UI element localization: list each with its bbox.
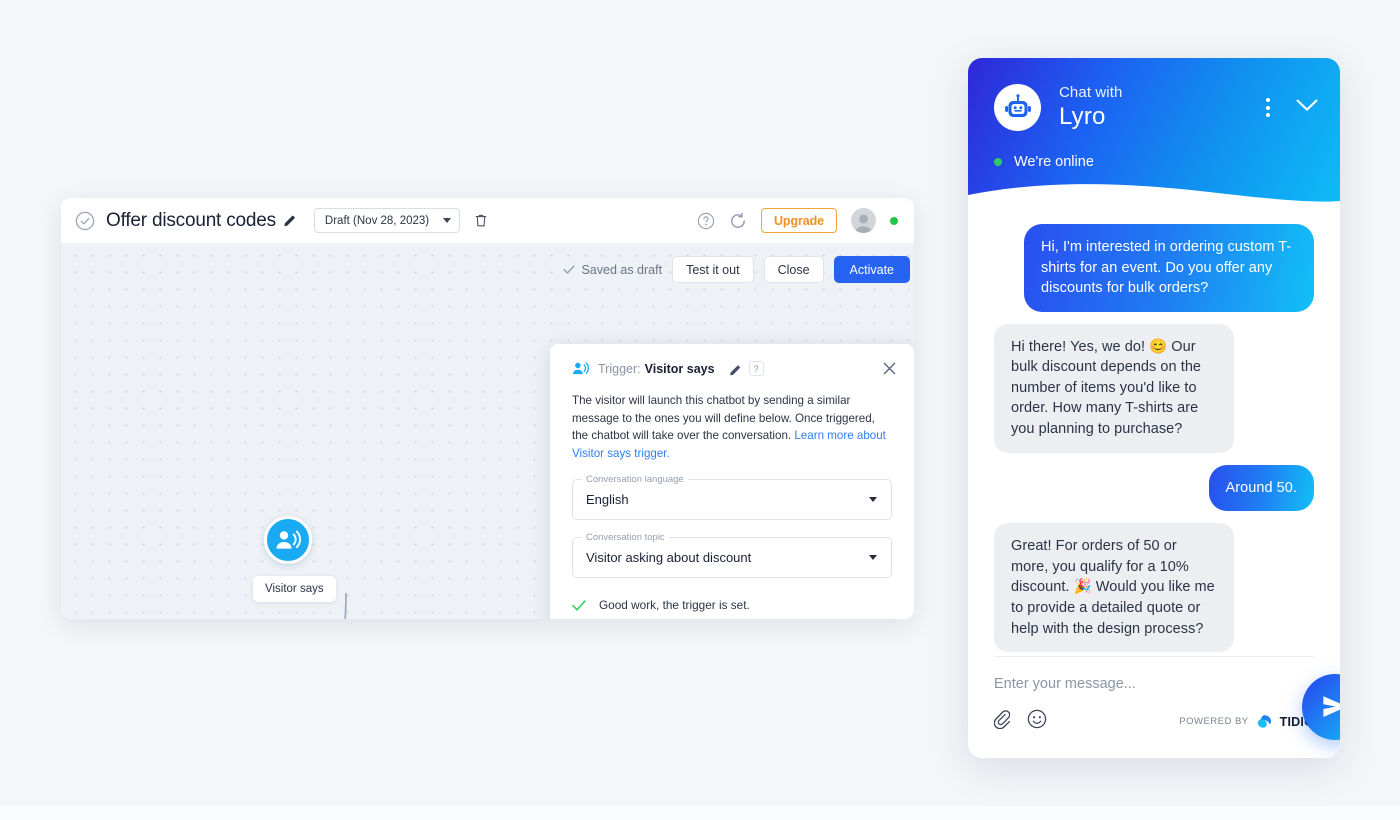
trigger-prefix-label: Trigger: [598, 361, 641, 376]
chevron-down-icon[interactable] [1296, 99, 1318, 117]
pencil-icon[interactable] [283, 214, 296, 227]
message-input[interactable]: Enter your message... [994, 657, 1314, 692]
flow-node-label-visitor-says: Visitor says [253, 576, 336, 603]
chevron-down-icon [443, 218, 452, 223]
chat-message-bubble-visitor: Hi, I'm interested in ordering custom T-… [1024, 224, 1314, 312]
page-bottom-strip [0, 806, 1400, 820]
composer-toolbar: POWERED BY TIDIO [993, 692, 1314, 758]
conversation-language-select[interactable]: Conversation language English [572, 474, 892, 521]
chat-message: Great! For orders of 50 or more, you qua… [994, 523, 1314, 653]
chat-message-bubble-bot: Great! For orders of 50 or more, you qua… [994, 523, 1234, 653]
activate-label: Activate [849, 262, 894, 277]
canvas-action-bar: Saved as draft Test it out Close Activat… [563, 256, 910, 283]
status-badge [890, 216, 898, 225]
paperclip-icon[interactable] [993, 709, 1011, 734]
powered-by-label: POWERED BY [1179, 716, 1249, 727]
status-dot-icon [994, 158, 1002, 167]
trigger-confirmation-label: Good work, the trigger is set. [599, 598, 750, 613]
chat-message-bubble-visitor: Around 50. [1208, 464, 1314, 512]
chat-with-label: Chat with [1059, 84, 1123, 101]
conversation-language-legend: Conversation language [582, 474, 688, 486]
chat-message: Hi there! Yes, we do! 😊 Our bulk discoun… [994, 323, 1314, 453]
conversation-topic-select[interactable]: Conversation topic Visitor asking about … [572, 532, 892, 579]
upgrade-label: Upgrade [773, 213, 824, 228]
trash-icon[interactable] [474, 213, 488, 228]
header-wave-decoration [968, 184, 1340, 208]
chevron-down-icon [869, 497, 877, 503]
chatbot-builder-window: Offer discount codes Draft (Nov 28, 2023… [61, 198, 914, 619]
page-title: Offer discount codes [106, 209, 276, 231]
flow-node-visitor-says[interactable] [264, 516, 312, 564]
send-plane-icon [1323, 696, 1340, 717]
help-icon[interactable]: ? [748, 361, 764, 376]
test-it-out-button[interactable]: Test it out [672, 256, 754, 283]
chat-online-status: We're online [968, 132, 1340, 170]
upgrade-button[interactable]: Upgrade [760, 208, 837, 233]
conversation-language-value: English [586, 492, 629, 508]
trigger-panel-header: Trigger: Visitor says ? [550, 344, 914, 376]
builder-toolbar: Offer discount codes Draft (Nov 28, 2023… [61, 198, 914, 243]
chat-header-actions [1266, 98, 1318, 118]
close-icon[interactable] [883, 362, 896, 375]
chat-message: Hi, I'm interested in ordering custom T-… [994, 224, 1314, 312]
powered-by-tidio: POWERED BY TIDIO [1179, 714, 1314, 729]
trigger-confirmation: Good work, the trigger is set. [572, 598, 914, 612]
chat-widget-header: Chat with Lyro We're online [968, 58, 1340, 208]
test-it-out-label: Test it out [686, 262, 740, 277]
refresh-icon[interactable] [729, 212, 747, 230]
check-icon [563, 265, 576, 274]
close-label: Close [777, 262, 810, 277]
conversation-topic-value: Visitor asking about discount [586, 550, 752, 566]
trigger-settings-panel: Trigger: Visitor says ? The visitor will… [550, 344, 914, 619]
tidio-logo-icon [1257, 715, 1271, 728]
check-icon [572, 600, 586, 611]
emoji-smile-icon[interactable] [1027, 709, 1047, 734]
chat-message-list: Hi, I'm interested in ordering custom T-… [968, 208, 1340, 656]
draft-version-value: Draft (Nov 28, 2023) [324, 214, 430, 227]
chat-header-title-group: Chat with Lyro [1059, 83, 1122, 132]
conversation-topic-legend: Conversation topic [582, 532, 669, 544]
saved-status-label: Saved as draft [581, 262, 663, 277]
chat-header-row: Chat with Lyro [968, 58, 1340, 132]
visitor-speaking-icon [572, 361, 590, 376]
chat-online-status-label: We're online [1014, 154, 1094, 171]
pencil-icon[interactable] [729, 363, 741, 375]
chevron-down-icon [869, 555, 877, 561]
visitor-speaking-icon [276, 530, 301, 549]
chat-message-bubble-bot: Hi there! Yes, we do! 😊 Our bulk discoun… [994, 323, 1234, 453]
chat-widget: Chat with Lyro We're online Hi, I'm inte… [968, 58, 1340, 758]
toolbar-right-group: Upgrade [697, 208, 898, 233]
trigger-fields: Conversation language English Conversati… [550, 462, 914, 579]
robot-avatar-icon [994, 84, 1041, 132]
trigger-description: The visitor will launch this chatbot by … [550, 376, 914, 462]
chat-message: Around 50. [994, 464, 1314, 512]
question-circle-icon[interactable] [697, 212, 715, 230]
close-button[interactable]: Close [763, 256, 824, 283]
avatar[interactable] [851, 208, 876, 233]
activate-button[interactable]: Activate [833, 256, 910, 283]
saved-status: Saved as draft [563, 263, 662, 277]
draft-version-select[interactable]: Draft (Nov 28, 2023) [313, 208, 461, 233]
trigger-name-label: Visitor says [644, 361, 715, 376]
check-circle-icon [75, 211, 95, 231]
chat-composer: Enter your message... POWERED BY TIDIO [968, 656, 1340, 758]
chat-bot-name: Lyro [1059, 103, 1106, 131]
flow-canvas[interactable]: Saved as draft Test it out Close Activat… [61, 243, 914, 619]
kebab-menu-icon[interactable] [1266, 98, 1270, 118]
